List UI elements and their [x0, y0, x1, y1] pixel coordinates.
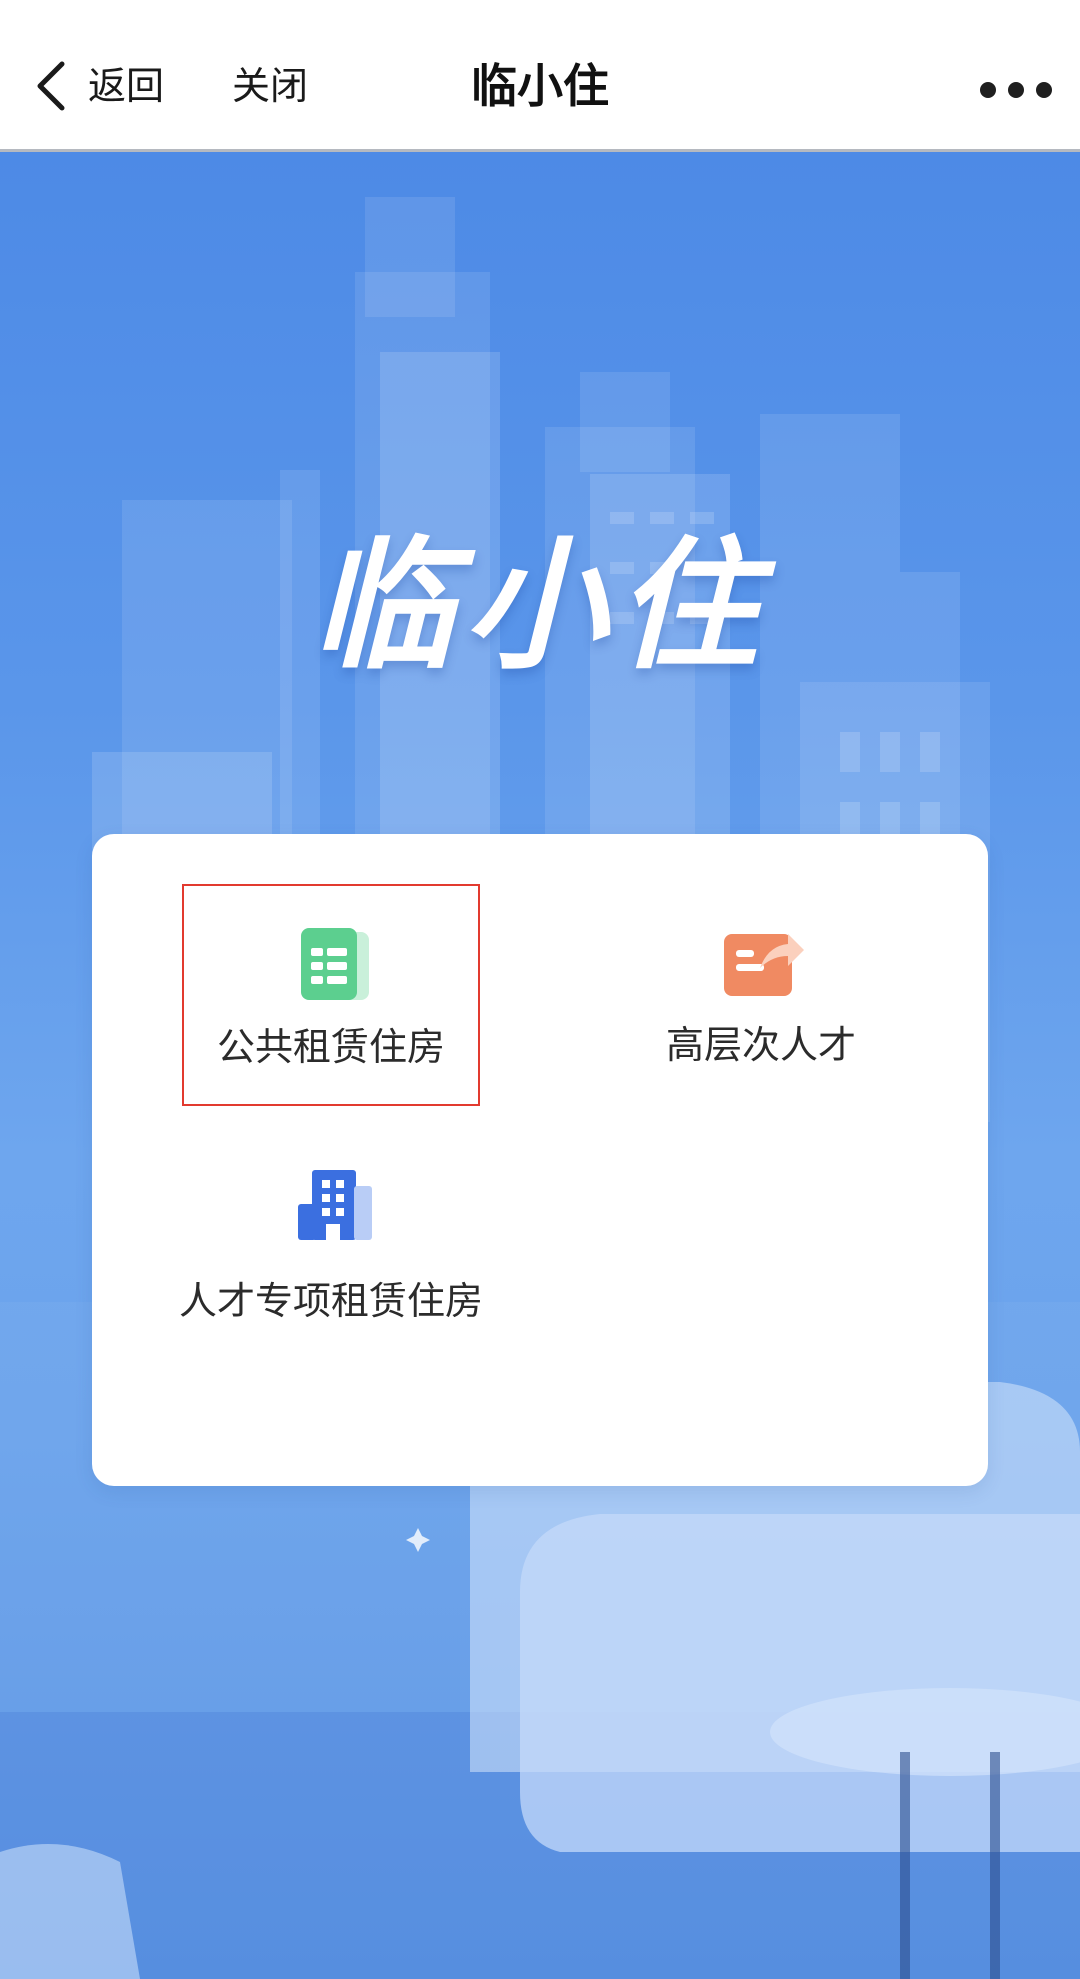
dot: [980, 82, 996, 98]
back-button[interactable]: 返回: [30, 58, 164, 114]
dot: [1008, 82, 1024, 98]
services-card: 公共租赁住房 高层次人才 人才专项租赁住房: [92, 834, 988, 1486]
chevron-left-icon: [37, 61, 65, 111]
top-navbar: 返回 关闭 临小住: [0, 0, 1080, 152]
office-building-icon: [298, 1170, 372, 1240]
back-label: 返回: [88, 64, 165, 108]
service-label: 高层次人才: [665, 1023, 856, 1067]
hero-logo-text: 临小住: [312, 524, 768, 689]
service-public-rental-housing[interactable]: 公共租赁住房: [182, 884, 480, 1106]
share-card-icon: [724, 934, 804, 996]
service-high-level-talent[interactable]: 高层次人才: [612, 884, 910, 1106]
service-talent-rental-housing[interactable]: 人才专项租赁住房: [179, 1166, 483, 1416]
close-button[interactable]: 关闭: [232, 58, 308, 114]
service-label: 公共租赁住房: [216, 1025, 445, 1069]
dot: [1036, 82, 1052, 98]
building-doc-icon: [301, 928, 369, 1000]
more-dots-icon[interactable]: [980, 80, 1052, 100]
service-label: 人才专项租赁住房: [178, 1279, 483, 1323]
